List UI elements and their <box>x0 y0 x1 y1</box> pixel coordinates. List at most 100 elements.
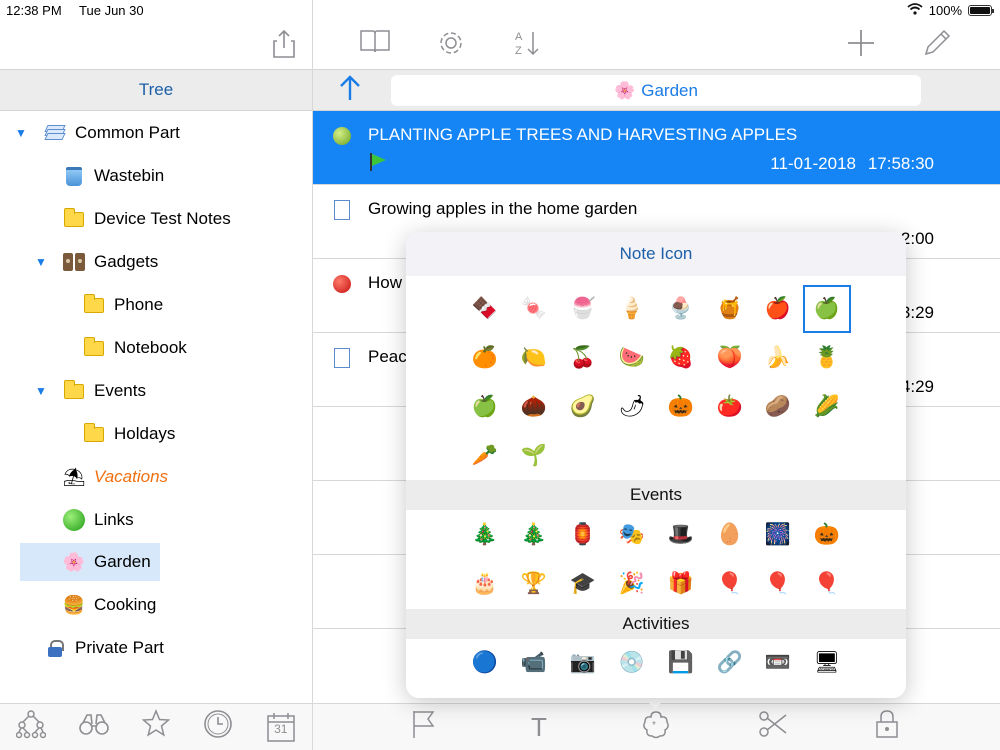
flower-badge-icon[interactable]: * <box>638 709 674 745</box>
text-icon[interactable]: T <box>521 709 557 745</box>
document-icon <box>331 347 353 369</box>
note-icon-option[interactable]: 🎈 <box>707 561 753 607</box>
tree-item-cooking[interactable]: 🍔 Cooking <box>0 586 312 624</box>
note-icon-option[interactable]: 🍬 <box>511 286 557 332</box>
note-icon-option[interactable]: 🍍 <box>804 335 850 381</box>
note-row[interactable]: PLANTING APPLE TREES AND HARVESTING APPL… <box>313 111 1000 185</box>
binoculars-icon[interactable] <box>76 709 112 745</box>
note-icon-option[interactable]: 🍊 <box>462 335 508 381</box>
tree-item-label: Phone <box>114 295 164 314</box>
note-icon-option[interactable]: 🍏 <box>803 285 851 333</box>
note-icon-option[interactable]: 🍦 <box>609 286 655 332</box>
note-icon-option[interactable]: 🎈 <box>804 561 850 607</box>
lock-icon[interactable] <box>869 709 905 745</box>
flag-icon[interactable] <box>406 709 442 745</box>
status-left: 12:38 PM Tue Jun 30 <box>6 3 158 18</box>
note-icon-option[interactable]: 🥕 <box>462 433 508 479</box>
up-arrow-icon[interactable] <box>339 74 361 109</box>
tree-item-gadgets[interactable]: ▼ Gadgets <box>0 243 312 281</box>
note-icon-option[interactable]: 🎄 <box>462 512 508 558</box>
note-icon-option[interactable]: 🔵 <box>462 640 508 686</box>
note-icon-option[interactable]: 🖥 <box>804 640 850 686</box>
tree-item-events[interactable]: ▼ Events <box>0 372 312 410</box>
note-icon-option[interactable]: 🍏 <box>462 384 508 430</box>
note-icon-option[interactable]: 🍅 <box>707 384 753 430</box>
note-time: 17:58:30 <box>867 154 934 173</box>
note-date: 11-01-2018 <box>770 154 856 173</box>
note-icon-option[interactable]: 🥑 <box>560 384 606 430</box>
gear-icon[interactable] <box>433 28 469 62</box>
note-icon-option[interactable]: 🍫 <box>462 286 508 332</box>
note-icon-option[interactable]: 🏮 <box>560 512 606 558</box>
note-icon-option[interactable]: 📼 <box>755 640 801 686</box>
note-icon-option[interactable]: 🍋 <box>511 335 557 381</box>
note-icon-option[interactable]: 🌰 <box>511 384 557 430</box>
note-icon-option[interactable]: 🍌 <box>755 335 801 381</box>
note-icon-option[interactable]: 🏆 <box>511 561 557 607</box>
note-icon-option[interactable]: 🎆 <box>755 512 801 558</box>
note-icon-option[interactable]: 🎩 <box>658 512 704 558</box>
note-icon-option[interactable]: 🍒 <box>560 335 606 381</box>
add-icon[interactable] <box>843 28 879 62</box>
expand-triangle-icon[interactable]: ▼ <box>15 126 29 140</box>
note-icon-option[interactable]: 🌽 <box>804 384 850 430</box>
star-icon[interactable] <box>138 709 174 745</box>
tree-item-label: Private Part <box>75 638 164 657</box>
note-icon-option[interactable]: 🍧 <box>560 286 606 332</box>
calendar-icon[interactable]: 31 <box>263 709 299 745</box>
note-icon-option[interactable]: 🎄 <box>511 512 557 558</box>
breadcrumb[interactable]: 🌸 Garden <box>391 75 921 106</box>
note-icon-option[interactable]: 🍎 <box>755 286 801 332</box>
tree-item-garden[interactable]: 🌸 Garden <box>20 543 160 581</box>
note-icon-option[interactable]: 🍓 <box>658 335 704 381</box>
popover-arrow <box>643 697 667 709</box>
tree-item-notebook[interactable]: Notebook <box>0 329 312 367</box>
note-icon-option[interactable]: 💾 <box>658 640 704 686</box>
note-icon-option[interactable]: 🍑 <box>707 335 753 381</box>
clock-icon[interactable] <box>200 709 236 745</box>
note-icon-option[interactable]: 🍉 <box>609 335 655 381</box>
pencil-icon[interactable] <box>919 28 955 62</box>
share-icon[interactable] <box>272 29 296 60</box>
tree-item-device-test-notes[interactable]: Device Test Notes <box>0 200 312 238</box>
note-icon-option[interactable]: 🎂 <box>462 561 508 607</box>
status-right: 100% <box>907 3 994 18</box>
tree-item-vacations[interactable]: ⛱ Vacations <box>0 458 312 496</box>
note-icon-option[interactable]: 🍯 <box>707 286 753 332</box>
tree-item-links[interactable]: Links <box>0 501 312 539</box>
green-flag-icon <box>370 153 386 171</box>
expand-triangle-icon[interactable]: ▼ <box>35 255 49 269</box>
note-icon-option[interactable]: 💿 <box>609 640 655 686</box>
tree-item-common-part[interactable]: ▼ Common Part <box>0 114 312 152</box>
note-icon-option[interactable]: 🎈 <box>755 561 801 607</box>
burger-icon: 🍔 <box>62 594 86 615</box>
note-icon-option[interactable]: 🎃 <box>658 384 704 430</box>
note-icon-option[interactable]: 🎭 <box>609 512 655 558</box>
note-icon-option[interactable]: 📹 <box>511 640 557 686</box>
note-icon-option[interactable]: 📷 <box>560 640 606 686</box>
scissors-icon[interactable] <box>755 709 791 745</box>
note-icon-option[interactable]: 🎉 <box>609 561 655 607</box>
tree-item-holdays[interactable]: Holdays <box>0 415 312 453</box>
note-icon-option[interactable]: 🎁 <box>658 561 704 607</box>
book-icon[interactable] <box>357 28 393 62</box>
tree-item-label: Cooking <box>94 595 157 614</box>
tree-item-wastebin[interactable]: Wastebin <box>0 157 312 195</box>
lock-icon <box>43 636 67 660</box>
note-icon-option[interactable]: 🥚 <box>707 512 753 558</box>
right-tab-bar: T * <box>313 703 1000 750</box>
note-icon-option[interactable]: 🎓 <box>560 561 606 607</box>
note-icon-option[interactable]: 🌱 <box>511 433 557 479</box>
tree-icon[interactable] <box>13 709 49 745</box>
note-icon-option[interactable]: 🌶 <box>609 384 655 430</box>
tree-item-phone[interactable]: Phone <box>0 286 312 324</box>
svg-text:*: * <box>652 720 656 731</box>
note-icon-option[interactable]: 🔗 <box>707 640 753 686</box>
tree-view: ▼ Common Part Wastebin Device Test Notes… <box>0 111 312 681</box>
sort-az-icon[interactable]: AZ <box>509 28 545 62</box>
tree-item-private-part[interactable]: Private Part <box>0 629 312 667</box>
note-icon-option[interactable]: 🥔 <box>755 384 801 430</box>
note-icon-option[interactable]: 🎃 <box>804 512 850 558</box>
expand-triangle-icon[interactable]: ▼ <box>35 384 49 398</box>
note-icon-option[interactable]: 🍨 <box>658 286 704 332</box>
